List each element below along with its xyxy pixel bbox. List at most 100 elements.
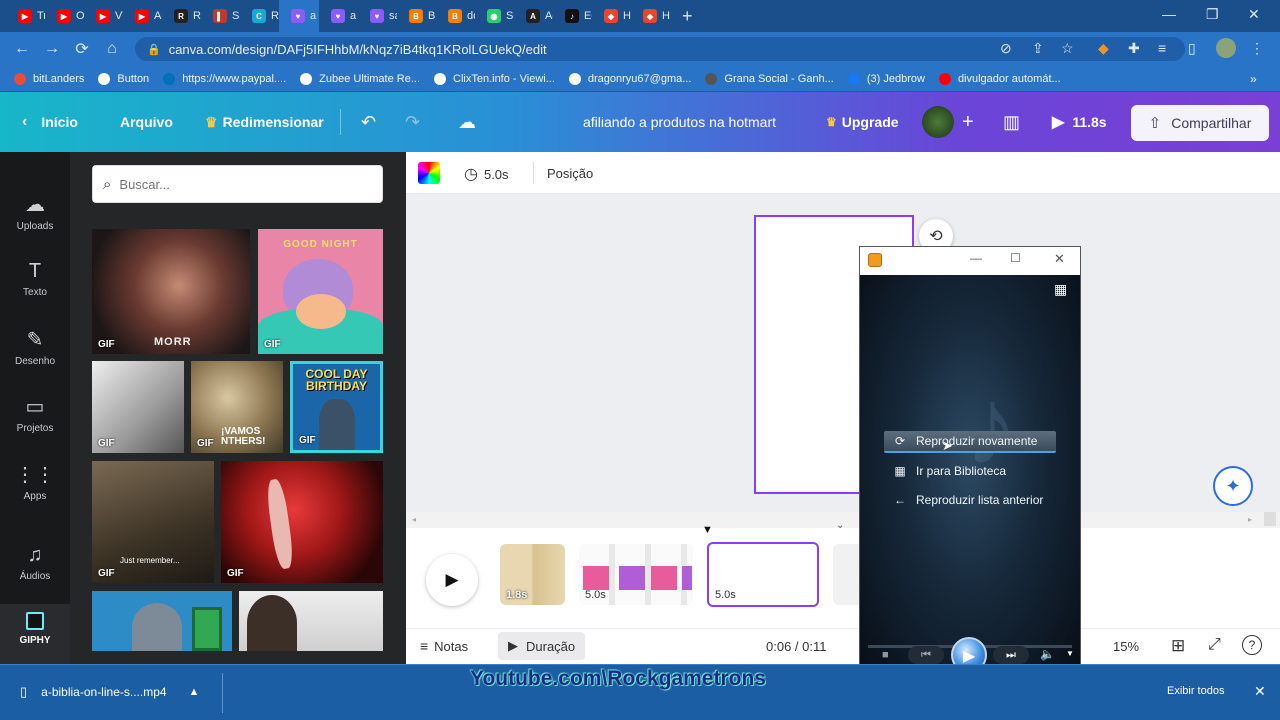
playhead-marker[interactable]: ▼ (702, 524, 713, 536)
bookmark-item[interactable]: Grana Social - Ganh... (705, 72, 834, 85)
gif-tile[interactable]: COOL DAY BIRTHDAY GIF (290, 361, 383, 453)
browser-tab[interactable]: ◆ Hot (631, 0, 670, 32)
browser-tab[interactable]: ▶ Tran (6, 0, 45, 32)
grid-view-icon[interactable]: ⊞ (1171, 636, 1185, 656)
download-item[interactable]: ▯ a-biblia-on-line-s....mp4 ▲ (20, 684, 199, 700)
minimize-icon[interactable]: — (1162, 6, 1176, 22)
next-icon[interactable]: ⏭ (993, 646, 1029, 664)
lock-icon[interactable]: 🔒 (147, 43, 161, 56)
fox-extension-icon[interactable]: ◆ (1098, 40, 1109, 57)
bookmark-item[interactable]: (3) Jedbrow (847, 72, 925, 85)
rail-item-texto[interactable]: T Texto (0, 260, 70, 298)
reload-icon[interactable]: ⟳ (74, 39, 90, 59)
browser-tab[interactable]: ◆ Hot (592, 0, 631, 32)
previous-icon[interactable]: ⏮ (908, 646, 944, 664)
rail-item-uploads[interactable]: ☁ Uploads (0, 192, 70, 232)
document-title[interactable]: afiliando a produtos na hotmart (583, 92, 776, 152)
gif-tile[interactable]: GOOD NIGHT GIF (258, 229, 383, 354)
browser-tab[interactable]: ▶ VTV (84, 0, 123, 32)
restore-icon[interactable]: ❐ (1206, 6, 1219, 23)
undo-icon[interactable]: ↶ (361, 92, 376, 152)
volume-icon[interactable]: 🔈 (1040, 647, 1055, 661)
share-button[interactable]: ⇧ Compartilhar (1131, 105, 1269, 141)
bookmark-item[interactable]: https://www.paypal.... (163, 72, 286, 85)
resize-button[interactable]: ♛ Redimensionar (205, 92, 324, 152)
insights-chart-icon[interactable]: ▥ (1003, 92, 1020, 152)
browser-tab[interactable]: R Rapi (162, 0, 201, 32)
player-menu-item[interactable]: ▦ Ir para Biblioteca (884, 460, 1056, 482)
browser-tab[interactable]: ▶ O C (45, 0, 84, 32)
browser-tab[interactable]: ♥ salm (358, 0, 397, 32)
timeline-clip[interactable]: 1.8s (500, 544, 565, 605)
show-all-downloads-link[interactable]: Exibir todos (1167, 685, 1224, 697)
close-download-bar-icon[interactable]: ✕ (1254, 683, 1266, 700)
user-avatar[interactable] (922, 106, 954, 138)
gif-tile[interactable]: Just remember... GIF (92, 461, 214, 583)
bookmark-star-icon[interactable]: ☆ (1061, 40, 1074, 57)
maximize-icon[interactable]: ☐ (1010, 251, 1021, 265)
scroll-left-icon[interactable]: ◂ (412, 515, 416, 524)
rail-item-giphy[interactable]: GIPHY (0, 612, 70, 646)
profile-avatar[interactable] (1216, 38, 1236, 58)
chevron-up-icon[interactable]: ▲ (189, 686, 200, 698)
close-icon[interactable]: ✕ (1054, 251, 1065, 267)
scroll-right-icon[interactable]: ▸ (1248, 515, 1252, 524)
browser-tab[interactable]: ◉ Scas (475, 0, 514, 32)
timeline-clip-selected[interactable]: 5.0s (707, 542, 819, 607)
stop-icon[interactable]: ■ (882, 649, 889, 661)
bookmark-item[interactable]: dragonryu67@gma... (568, 72, 691, 85)
url-field[interactable]: 🔒 canva.com/design/DAFj5IFHhbM/kNqz7iB4t… (135, 37, 1185, 61)
menu-kebab-icon[interactable]: ⋮ (1250, 40, 1264, 57)
rail-item-desenho[interactable]: ✎ Desenho (0, 327, 70, 367)
home-icon[interactable]: ⌂ (104, 40, 120, 58)
bookmark-item[interactable]: ClixTen.info - Viewi... (434, 72, 555, 85)
switch-library-icon[interactable]: ▦ (1054, 281, 1067, 298)
help-button[interactable]: ? (1242, 635, 1262, 655)
search-input[interactable] (119, 176, 360, 192)
eye-off-icon[interactable]: ⊘ (1000, 40, 1012, 57)
notes-button[interactable]: ≡ Notas (420, 638, 468, 654)
more-bookmarks-icon[interactable]: » (1250, 72, 1257, 86)
forward-icon[interactable]: → (44, 40, 60, 58)
redo-icon[interactable]: ↷ (405, 92, 420, 152)
gif-tile[interactable]: ¡VAMOS NTHERS! GIF (191, 361, 283, 453)
add-collaborator-icon[interactable]: + (962, 92, 974, 152)
browser-tab[interactable]: B Blog (397, 0, 436, 32)
search-field[interactable]: ⌕ (92, 165, 383, 203)
scroll-thumb[interactable] (1264, 512, 1276, 526)
gif-tile[interactable]: MORR GIF (92, 229, 250, 354)
rail-item-áudios[interactable]: ♫ Áudios (0, 544, 70, 582)
share-page-icon[interactable]: ⇪ (1032, 40, 1044, 57)
player-menu-item[interactable]: ← Reproduzir lista anterior (884, 489, 1056, 511)
gif-tile[interactable] (92, 591, 232, 651)
bookmark-item[interactable]: Button (98, 72, 149, 85)
browser-tab[interactable]: A Ado (514, 0, 553, 32)
rail-item-projetos[interactable]: ▭ Projetos (0, 394, 70, 434)
duration-button[interactable]: ◷ 5.0s (464, 164, 509, 184)
file-menu-button[interactable]: Arquivo (120, 92, 173, 152)
close-window-icon[interactable]: ✕ (1248, 6, 1260, 23)
magic-assistant-icon[interactable]: ✦ (1213, 466, 1253, 506)
player-menu-item[interactable]: ⟳ Reproduzir novamente (884, 431, 1056, 453)
zoom-level[interactable]: 15% (1113, 639, 1139, 654)
back-icon[interactable]: ← (14, 40, 30, 58)
chevron-down-icon[interactable]: ⌄ (836, 520, 844, 531)
bookmark-item[interactable]: Zubee Ultimate Re... (300, 72, 420, 85)
fullscreen-icon[interactable]: ⤢ (1208, 636, 1221, 654)
browser-tab[interactable]: ♥a✕ (279, 0, 319, 32)
browser-tab[interactable]: ♥ a bí (319, 0, 358, 32)
minimize-icon[interactable]: — (970, 251, 982, 265)
bookmark-item[interactable]: bitLanders (14, 72, 84, 85)
browser-tab[interactable]: Bdow (436, 0, 475, 32)
browser-tab[interactable]: C Reco (240, 0, 279, 32)
duration-tab[interactable]: ▶ Duração (498, 632, 586, 660)
sidepanel-icon[interactable]: ▯ (1188, 40, 1196, 57)
browser-tab[interactable]: ▌ Salm (201, 0, 240, 32)
browser-tab[interactable]: ♪ Edva (553, 0, 592, 32)
timeline-play-button[interactable]: ▶ (426, 554, 478, 606)
gif-tile[interactable]: GIF (221, 461, 383, 583)
extensions-icon[interactable]: ✚ (1128, 40, 1140, 57)
media-icon[interactable]: ≡ (1158, 40, 1166, 56)
browser-tab[interactable]: ▶ As R (123, 0, 162, 32)
new-tab-button[interactable]: + (682, 6, 693, 27)
